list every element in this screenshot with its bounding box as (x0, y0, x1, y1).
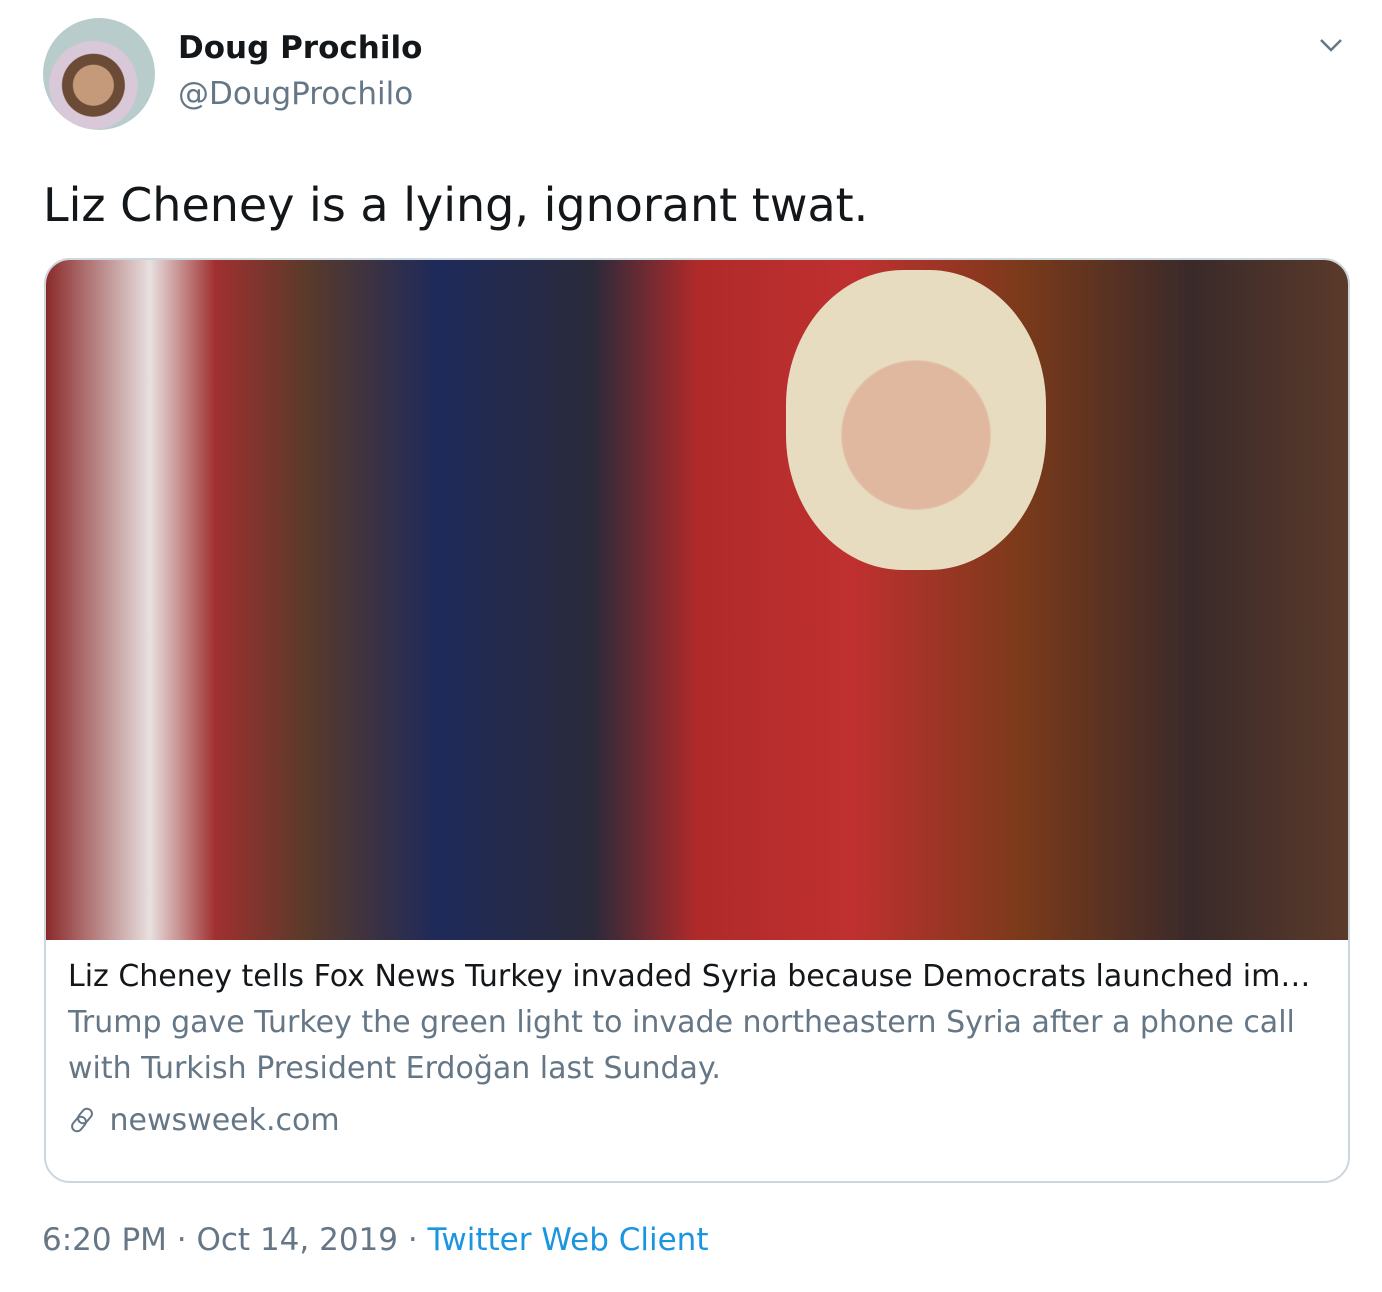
tweet-text: Liz Cheney is a lying, ignorant twat. (43, 178, 869, 232)
user-name[interactable]: Doug Prochilo (178, 30, 422, 66)
tweet-date[interactable]: Oct 14, 2019 (196, 1222, 398, 1258)
card-image (46, 260, 1348, 940)
chevron-down-icon[interactable] (1316, 30, 1346, 60)
tweet-meta: 6:20 PM · Oct 14, 2019 · Twitter Web Cli… (42, 1222, 708, 1258)
separator: · (166, 1222, 197, 1258)
source-link[interactable]: Twitter Web Client (428, 1222, 709, 1258)
separator: · (397, 1222, 428, 1258)
card-description: Trump gave Turkey the green light to inv… (68, 1005, 1295, 1086)
avatar[interactable] (43, 18, 155, 130)
user-handle[interactable]: @DougProchilo (178, 76, 413, 112)
card-domain: newsweek.com (68, 1098, 1326, 1144)
card-domain-text: newsweek.com (109, 1103, 340, 1138)
tweet-time[interactable]: 6:20 PM (42, 1222, 167, 1258)
link-icon (71, 1107, 93, 1133)
card-title: Liz Cheney tells Fox News Turkey invaded… (68, 959, 1326, 994)
link-card[interactable]: Liz Cheney tells Fox News Turkey invaded… (44, 258, 1350, 1183)
